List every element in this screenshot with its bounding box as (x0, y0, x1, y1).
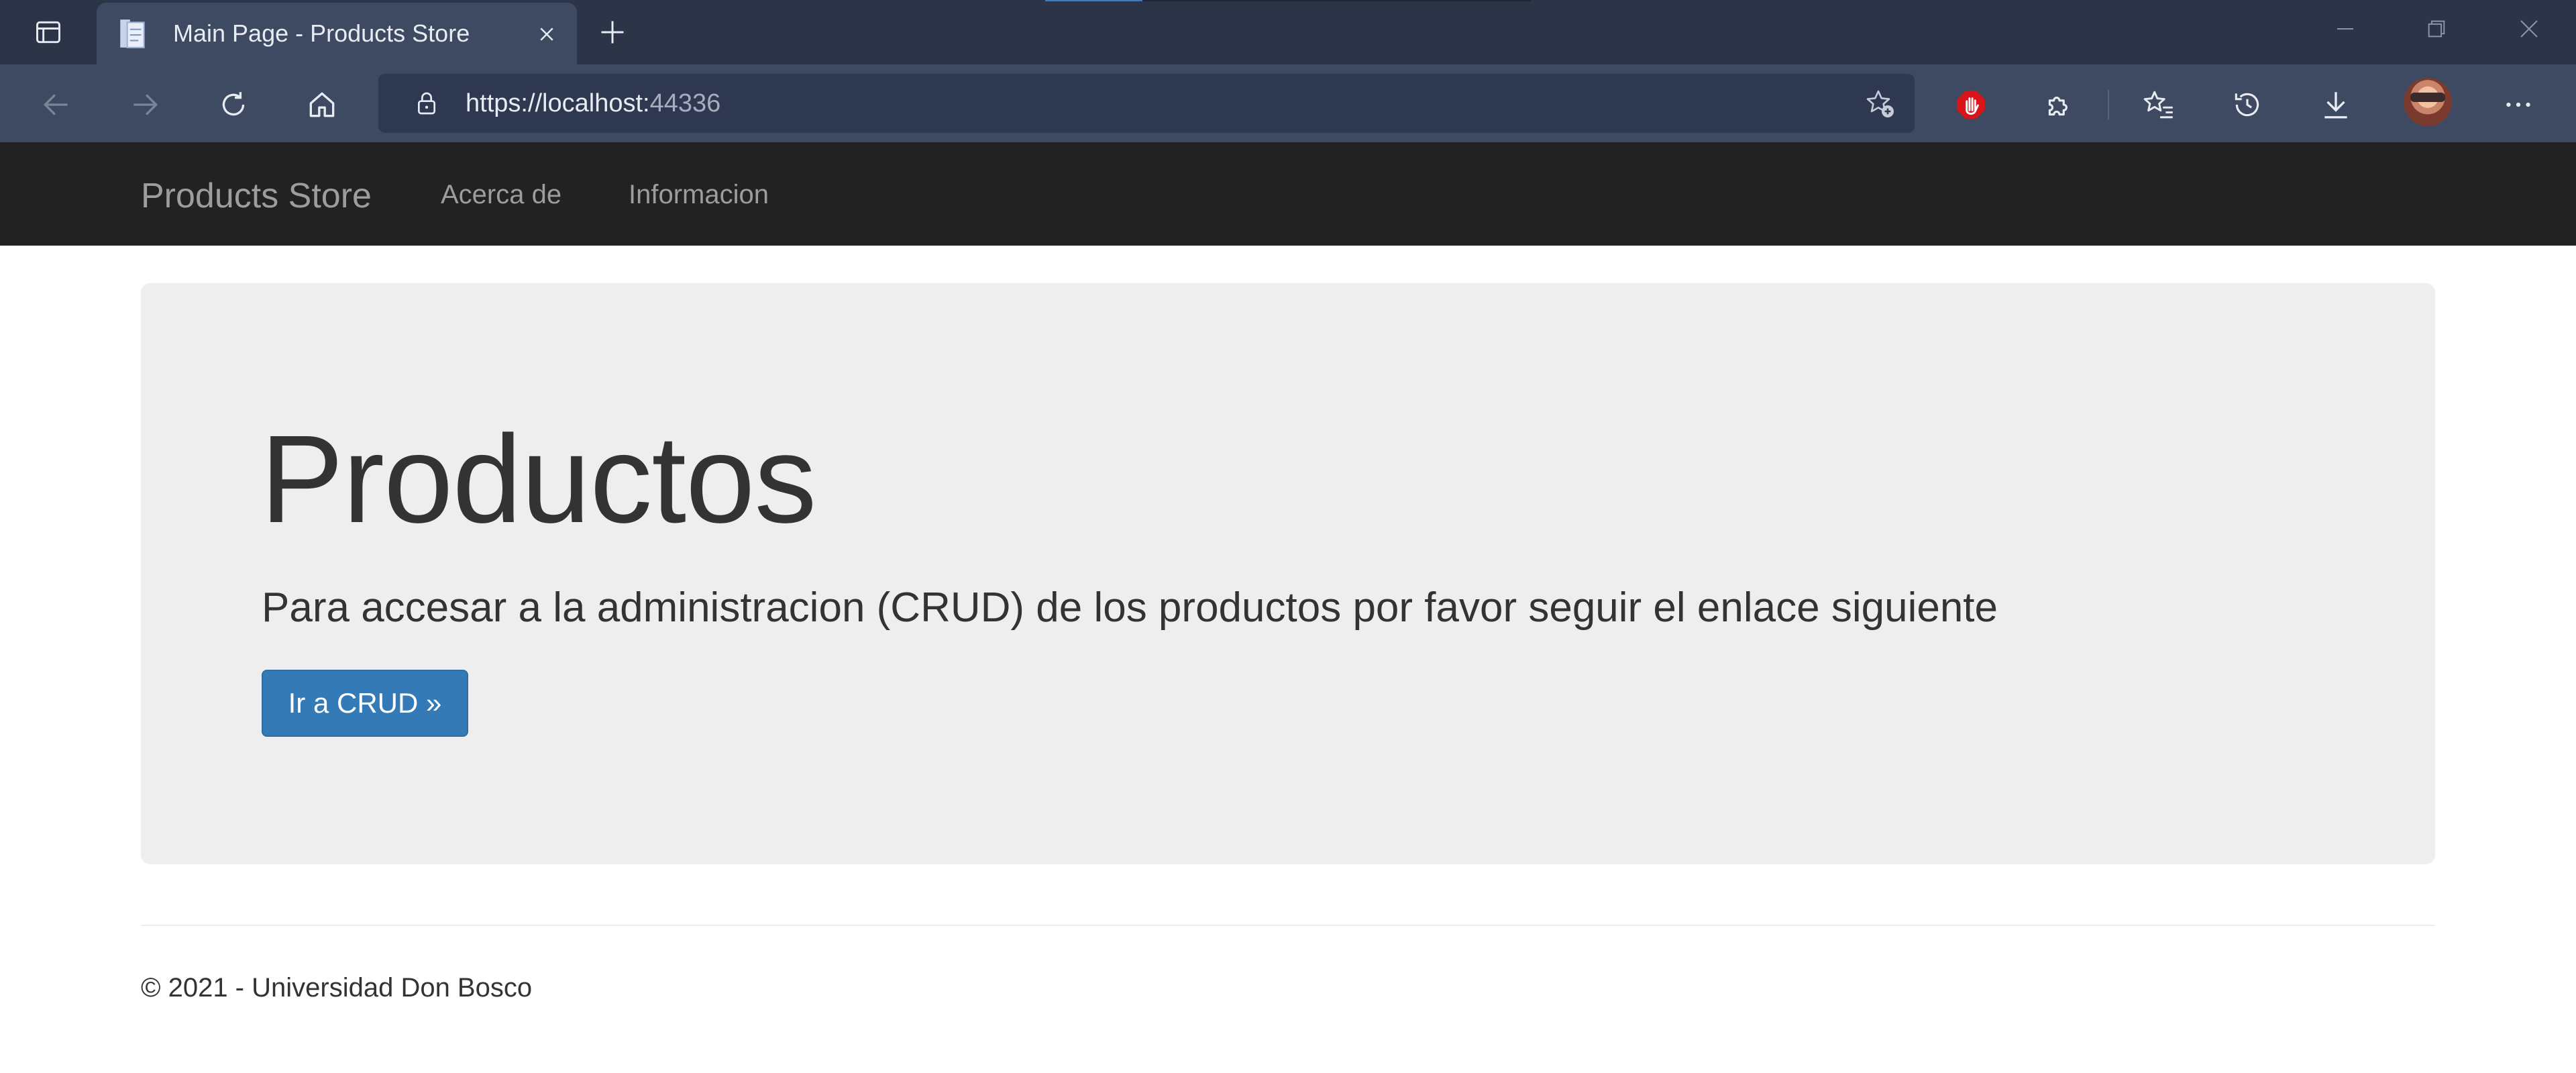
favorites-icon[interactable] (2137, 83, 2180, 126)
browser-tab-bar: Main Page - Products Store (0, 0, 2576, 64)
more-icon[interactable] (2497, 83, 2540, 126)
restore-icon[interactable] (2390, 0, 2483, 58)
tab-title: Main Page - Products Store (173, 19, 470, 47)
page-title: Productos (260, 410, 816, 549)
lead-text: Para accesar a la administracion (CRUD) … (262, 584, 1998, 631)
avatar[interactable] (2404, 78, 2452, 126)
puzzle-icon[interactable] (2038, 83, 2081, 126)
tab-strip-accent (1045, 0, 1142, 1)
plus-icon[interactable] (590, 13, 635, 51)
download-icon[interactable] (2314, 83, 2357, 126)
arrow-right-icon[interactable] (123, 83, 166, 126)
footer-divider (141, 925, 2435, 926)
toolbar-divider (2108, 90, 2109, 119)
close-window-icon[interactable] (2482, 0, 2576, 58)
jumbotron: Productos Para accesar a la administraci… (141, 283, 2435, 864)
url-host: https://localhost: (466, 89, 650, 117)
url-text: https://localhost:44336 (466, 89, 720, 118)
document-icon (115, 16, 150, 51)
footer-copyright: © 2021 - Universidad Don Bosco (141, 973, 533, 1003)
close-icon[interactable] (531, 19, 562, 50)
tab-actions-icon[interactable] (15, 12, 82, 52)
star-add-icon[interactable] (1860, 83, 1900, 123)
tab-main-page[interactable]: Main Page - Products Store (97, 3, 577, 64)
minimize-icon[interactable] (2298, 0, 2392, 58)
history-icon[interactable] (2226, 83, 2269, 126)
lock-icon[interactable] (407, 83, 447, 123)
nav-link-informacion[interactable]: Informacion (629, 180, 769, 210)
site-navbar: Products Store Acerca de Informacion (0, 142, 2576, 246)
refresh-icon[interactable] (212, 83, 255, 126)
url-port: 44336 (649, 89, 721, 117)
stop-hand-icon[interactable] (1949, 83, 1992, 126)
nav-link-acerca-de[interactable]: Acerca de (441, 180, 561, 210)
address-bar[interactable]: https://localhost:44336 (378, 74, 1915, 133)
browser-toolbar: https://localhost:44336 (0, 64, 2576, 142)
go-to-crud-button[interactable]: Ir a CRUD » (262, 670, 468, 737)
home-icon[interactable] (301, 83, 343, 126)
navbar-brand-link[interactable]: Products Store (141, 176, 372, 216)
arrow-left-icon[interactable] (35, 83, 78, 126)
